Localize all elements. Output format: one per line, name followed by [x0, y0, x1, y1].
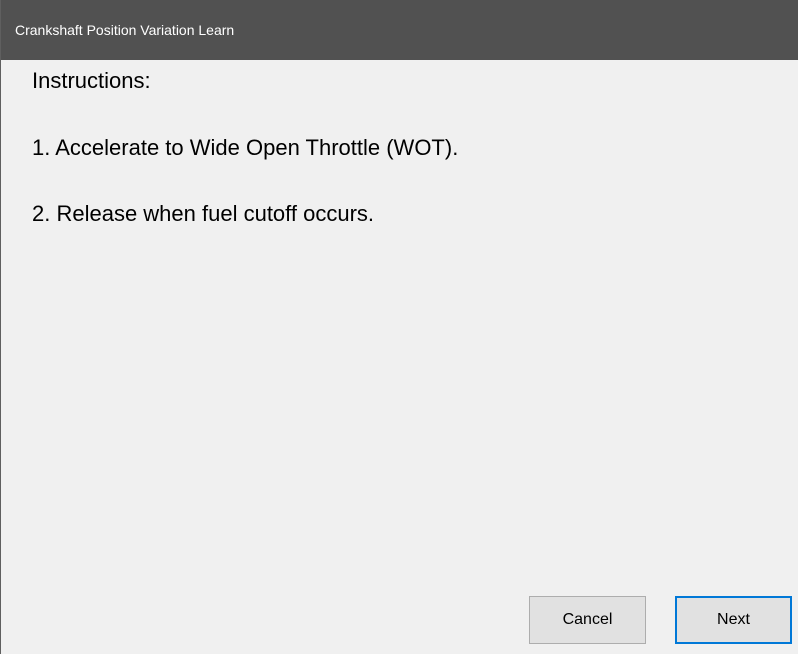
instructions-heading: Instructions: [32, 68, 151, 93]
next-button[interactable]: Next [675, 596, 792, 644]
dialog-window: Crankshaft Position Variation Learn Inst… [0, 0, 798, 654]
window-title: Crankshaft Position Variation Learn [15, 22, 235, 38]
cancel-button[interactable]: Cancel [529, 596, 646, 644]
instruction-step-2: 2. Release when fuel cutoff occurs. [32, 201, 375, 226]
instruction-step-1: 1. Accelerate to Wide Open Throttle (WOT… [32, 135, 459, 160]
title-bar[interactable]: Crankshaft Position Variation Learn [1, 0, 798, 60]
dialog-content: Instructions: 1. Accelerate to Wide Open… [1, 60, 798, 654]
